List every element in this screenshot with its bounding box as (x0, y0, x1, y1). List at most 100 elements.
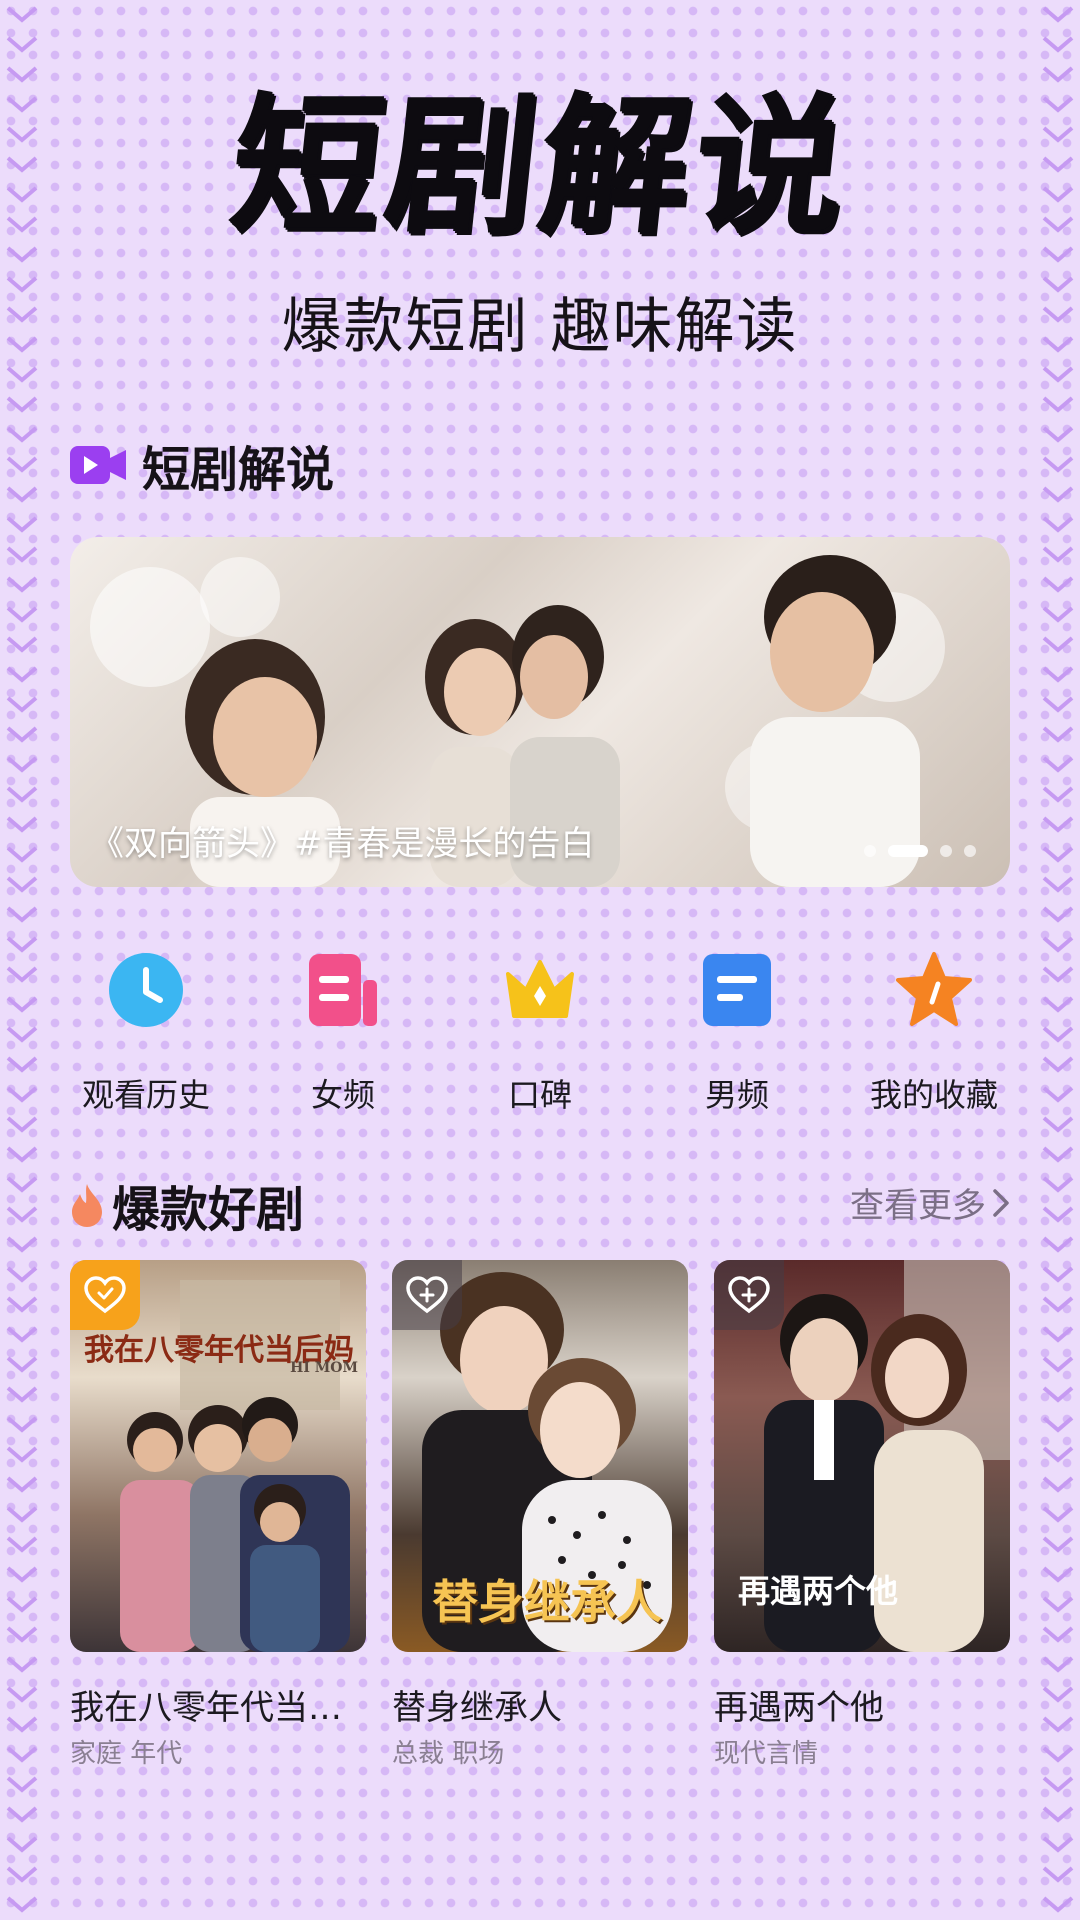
quick-entry-female[interactable]: 女频 (245, 950, 441, 1116)
chevron-decoration (6, 1116, 38, 1133)
drama-poster: 替身继承人 (392, 1260, 688, 1652)
chevron-decoration (1042, 1386, 1074, 1403)
chevron-decoration (1042, 1536, 1074, 1553)
chevron-decoration (1042, 1896, 1074, 1913)
quick-entry-row: 观看历史 女频 口碑 男频 我的收藏 (48, 950, 1032, 1116)
chevron-decoration (1042, 246, 1074, 263)
see-more-link[interactable]: 查看更多 (850, 1178, 1010, 1227)
chevron-decoration (1042, 1866, 1074, 1883)
chevron-decoration (6, 1146, 38, 1163)
chevron-decoration (6, 696, 38, 713)
chevron-decoration (6, 1896, 38, 1913)
chevron-decoration (6, 246, 38, 263)
chevron-decoration (1042, 1476, 1074, 1493)
chevron-decoration (6, 546, 38, 563)
drama-poster: 再遇两个他 (714, 1260, 1010, 1652)
chevron-decoration (6, 1596, 38, 1613)
chevron-decoration (1042, 906, 1074, 923)
chevron-decoration (6, 1326, 38, 1343)
drama-tags: 总裁 职场 (392, 1739, 505, 1769)
video-camera-icon (70, 446, 126, 484)
quick-entry-male[interactable]: 男频 (639, 950, 835, 1116)
chevron-decoration (1042, 756, 1074, 773)
chevron-decoration (6, 1866, 38, 1883)
favorite-toggle[interactable] (392, 1260, 462, 1330)
drama-card[interactable]: 再遇两个他 再遇两个他 现代言情 (714, 1260, 1010, 1770)
chevron-decoration (6, 816, 38, 833)
chevron-decoration (6, 1416, 38, 1433)
chevron-decoration (1042, 816, 1074, 833)
favorite-toggle[interactable] (70, 1260, 140, 1330)
chevron-decoration (1042, 1206, 1074, 1223)
chevron-decoration (1042, 996, 1074, 1013)
chevron-right-icon (993, 1188, 1009, 1217)
chevron-decoration (1042, 546, 1074, 563)
chevron-decoration (6, 906, 38, 923)
chevron-decoration (6, 966, 38, 983)
hero-title: 短剧解说 (222, 80, 858, 254)
chevron-decoration (1042, 1236, 1074, 1253)
chevron-decoration (1042, 1026, 1074, 1043)
chevron-decoration (1042, 1776, 1074, 1793)
quick-entry-label: 观看历史 (81, 1076, 210, 1114)
chevron-decoration (6, 1836, 38, 1853)
chevron-decoration (6, 1626, 38, 1643)
drama-card[interactable]: 替身继承人 替身继承人 总裁 职场 (392, 1260, 688, 1770)
quick-entry-history[interactable]: 观看历史 (48, 950, 244, 1116)
chevron-decoration (6, 1746, 38, 1763)
poster-subtitle-text: HI MOM (290, 1360, 358, 1376)
fire-icon (72, 1184, 102, 1227)
chevron-decoration (1042, 786, 1074, 803)
chevron-decoration (1042, 1506, 1074, 1523)
chevron-decoration (1042, 1806, 1074, 1823)
chevron-decoration (1042, 966, 1074, 983)
chevron-decoration (1042, 1056, 1074, 1073)
chevron-decoration (1042, 6, 1074, 23)
chevron-decoration (1042, 696, 1074, 713)
chevron-decoration (1042, 1626, 1074, 1643)
chevron-decoration (1042, 1356, 1074, 1373)
chevron-decoration (6, 1386, 38, 1403)
chevron-decoration (1042, 1116, 1074, 1133)
drama-card-list: 我在八零年代当后妈 HI MOM 我在八零年代当后妈 家庭 年代 替身继承人 替… (70, 1260, 1010, 1770)
banner-caption: 《双向箭头》#青春是漫长的告白 (90, 824, 595, 864)
drama-title: 替身继承人 (392, 1688, 562, 1728)
chevron-decoration (6, 1566, 38, 1583)
chevron-decoration (6, 636, 38, 653)
chevron-decoration (1042, 666, 1074, 683)
quick-entry-favorites[interactable]: 我的收藏 (836, 950, 1032, 1116)
chevron-decoration (6, 606, 38, 623)
drama-tags: 现代言情 (714, 1739, 819, 1769)
chevron-decoration (6, 366, 38, 383)
chevron-decoration (6, 6, 38, 23)
quick-entry-reputation[interactable]: 口碑 (442, 950, 638, 1116)
drama-card[interactable]: 我在八零年代当后妈 HI MOM 我在八零年代当后妈 家庭 年代 (70, 1260, 366, 1770)
chevron-decoration (6, 1266, 38, 1283)
chevron-decoration (6, 786, 38, 803)
chevron-decoration (6, 1296, 38, 1313)
male-channel-icon (703, 954, 771, 1026)
chevron-decoration (6, 486, 38, 503)
chevron-decoration (6, 846, 38, 863)
chevron-decoration (6, 1446, 38, 1463)
carousel-dot-active (888, 845, 928, 857)
chevron-decoration (6, 1716, 38, 1733)
chevron-decoration (6, 1026, 38, 1043)
favorite-toggle[interactable] (714, 1260, 784, 1330)
chevron-decoration (1042, 846, 1074, 863)
see-more-label: 查看更多 (850, 1186, 986, 1226)
chevron-decoration (6, 426, 38, 443)
featured-banner[interactable]: 《双向箭头》#青春是漫长的告白 (70, 537, 1010, 887)
female-channel-icon (309, 954, 377, 1026)
chevron-decoration (1042, 636, 1074, 653)
chevron-decoration (6, 1686, 38, 1703)
chevron-decoration (6, 1086, 38, 1103)
chevron-decoration (6, 1806, 38, 1823)
chevron-decoration (1042, 1086, 1074, 1103)
chevron-decoration (1042, 396, 1074, 413)
carousel-dot (940, 845, 952, 857)
chevron-decoration (6, 516, 38, 533)
chevron-decoration (6, 576, 38, 593)
chevron-decoration (6, 396, 38, 413)
chevron-decoration (6, 1056, 38, 1073)
